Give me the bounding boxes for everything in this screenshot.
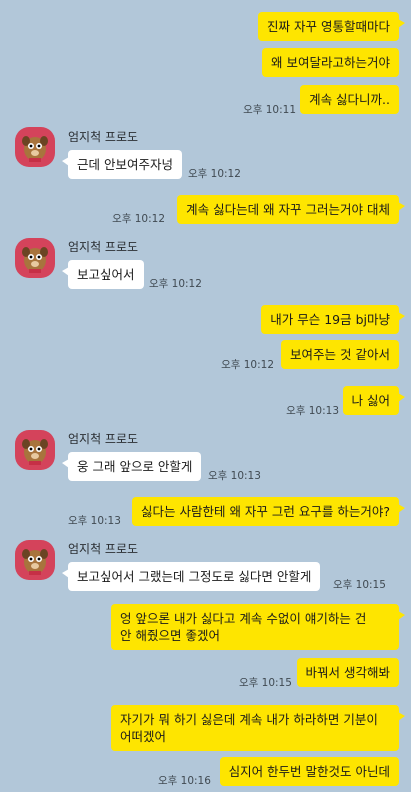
sender-avatar[interactable]	[15, 127, 55, 167]
message-timestamp: 오후 10:12	[149, 278, 202, 290]
message-timestamp: 오후 10:12	[112, 213, 165, 225]
sender-name: 엄지척 프로도	[68, 432, 139, 446]
outgoing-message[interactable]: 계속 싫다는데 왜 자꾸 그러는거야 대체	[177, 195, 405, 224]
frodo-character-icon	[22, 136, 48, 162]
message-timestamp: 오후 10:12	[221, 359, 274, 371]
outgoing-message[interactable]: 진짜 자꾸 영통할때마다	[258, 12, 405, 41]
frodo-character-icon	[22, 549, 48, 575]
sender-avatar[interactable]	[15, 430, 55, 470]
outgoing-message[interactable]: 바꿔서 생각해봐	[296, 658, 399, 687]
outgoing-message[interactable]: 나 싫어	[342, 386, 406, 415]
outgoing-message[interactable]: 자기가 뭐 하기 싫은데 계속 내가 하라하면 기분이 어떠겠어	[111, 705, 405, 751]
message-timestamp: 오후 10:12	[188, 168, 241, 180]
incoming-message[interactable]: 웅 그래 앞으로 안할게	[61, 452, 202, 481]
outgoing-message[interactable]: 내가 무슨 19금 bj마냥	[261, 305, 405, 334]
message-timestamp: 오후 10:16	[158, 775, 211, 787]
sender-name: 엄지척 프로도	[68, 130, 139, 144]
message-timestamp: 오후 10:15	[333, 579, 386, 591]
message-timestamp: 오후 10:13	[286, 405, 339, 417]
incoming-message[interactable]: 보고싶어서 그랬는데 그정도로 싫다면 안할게	[61, 562, 321, 591]
message-timestamp: 오후 10:13	[208, 470, 261, 482]
frodo-character-icon	[22, 247, 48, 273]
message-timestamp: 오후 10:15	[239, 677, 292, 689]
outgoing-message[interactable]: 왜 보여달라고하는거야	[262, 48, 399, 77]
frodo-character-icon	[22, 439, 48, 465]
outgoing-message[interactable]: 계속 싫다니까..	[300, 85, 399, 114]
sender-name: 엄지척 프로도	[68, 542, 139, 556]
incoming-message[interactable]: 근데 안보여주자넝	[62, 150, 182, 179]
message-timestamp: 오후 10:13	[68, 515, 121, 527]
outgoing-message[interactable]: 엉 앞으론 내가 싫다고 계속 수없이 얘기하는 건 안 해줬으면 좋겠어	[111, 604, 405, 650]
outgoing-message[interactable]: 보여주는 것 같아서	[281, 340, 399, 369]
sender-name: 엄지척 프로도	[68, 240, 139, 254]
sender-avatar[interactable]	[15, 540, 55, 580]
outgoing-message[interactable]: 싫다는 사람한테 왜 자꾸 그런 요구를 하는거야?	[132, 497, 405, 526]
message-timestamp: 오후 10:11	[243, 104, 296, 116]
incoming-message[interactable]: 보고싶어서	[62, 260, 144, 289]
outgoing-message[interactable]: 심지어 한두번 말한것도 아닌데	[219, 757, 399, 786]
sender-avatar[interactable]	[15, 238, 55, 278]
